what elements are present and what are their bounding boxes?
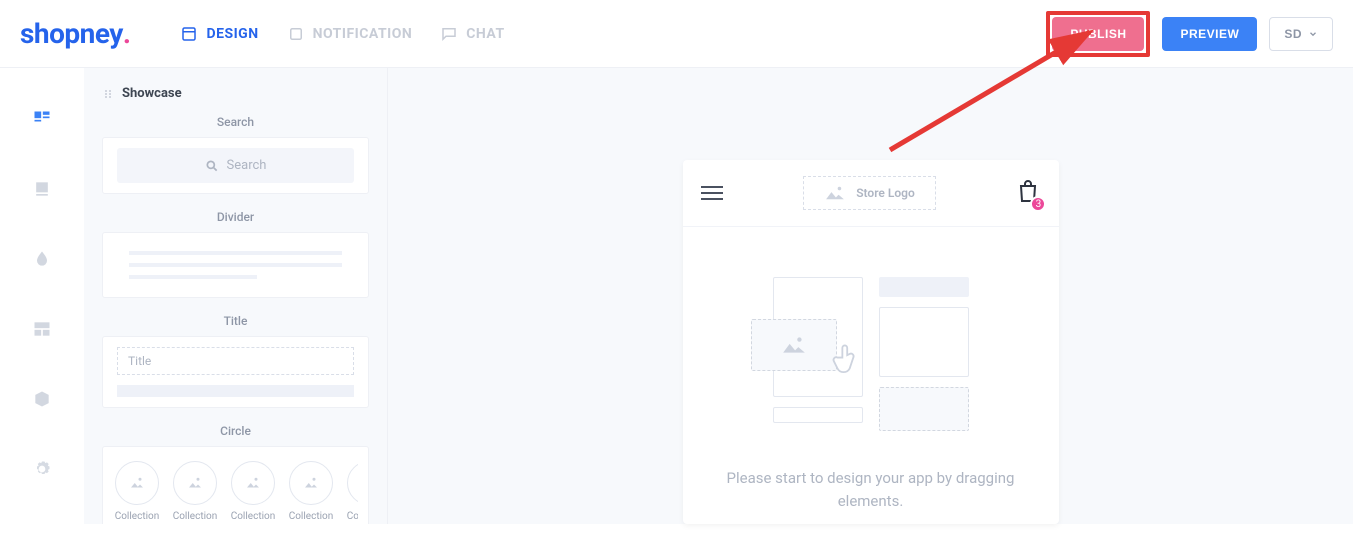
- panel-title: Showcase: [122, 86, 182, 101]
- rail-layout-icon[interactable]: [31, 108, 53, 130]
- preview-header: Store Logo 3: [683, 160, 1059, 227]
- circle-label: Collection: [287, 511, 335, 522]
- component-divider[interactable]: [102, 232, 369, 298]
- main-nav: DESIGN NOTIFICATION CHAT: [180, 25, 504, 43]
- tab-design[interactable]: DESIGN: [180, 25, 258, 43]
- tab-chat-label: CHAT: [466, 26, 504, 42]
- rail-page-icon[interactable]: [31, 178, 53, 200]
- chevron-down-icon: [1308, 29, 1318, 39]
- component-circle[interactable]: Collection Collection Collection Collect…: [102, 446, 369, 524]
- search-icon: [205, 159, 219, 173]
- image-icon: [824, 185, 846, 201]
- image-placeholder-icon: [347, 461, 358, 505]
- canvas-area: Store Logo 3: [388, 68, 1353, 524]
- section-label-divider: Divider: [102, 210, 369, 224]
- title-bar: [117, 385, 354, 397]
- circle-item: Collection: [287, 461, 335, 522]
- preview-button[interactable]: PREVIEW: [1162, 17, 1257, 51]
- component-search[interactable]: Search: [102, 137, 369, 194]
- component-title[interactable]: Title: [102, 336, 369, 408]
- app-header: shopney. DESIGN NOTIFICATION CHAT PUBLIS…: [0, 0, 1353, 68]
- drag-handle-icon: [102, 88, 114, 100]
- circle-item: Collection: [229, 461, 277, 522]
- image-placeholder-icon: [173, 461, 217, 505]
- section-label-search: Search: [102, 115, 369, 129]
- divider-mock: [117, 243, 354, 287]
- circle-label: Collection: [113, 511, 161, 522]
- divider-line: [129, 275, 257, 279]
- drop-illustration: [713, 277, 1029, 431]
- divider-line: [129, 263, 342, 267]
- preview-body[interactable]: Please start to design your app by dragg…: [683, 227, 1059, 542]
- store-logo-placeholder[interactable]: Store Logo: [803, 176, 936, 210]
- circle-row: Collection Collection Collection Collect…: [113, 461, 358, 522]
- cart-button[interactable]: 3: [1016, 178, 1040, 208]
- search-placeholder: Search: [227, 158, 267, 173]
- circle-label: Collection: [345, 511, 358, 522]
- section-label-title: Title: [102, 314, 369, 328]
- store-logo-label: Store Logo: [856, 186, 915, 200]
- app-preview: Store Logo 3: [683, 160, 1059, 524]
- publish-button[interactable]: PUBLISH: [1052, 17, 1144, 51]
- circle-label: Collection: [171, 511, 219, 522]
- circle-label: Collection: [229, 511, 277, 522]
- project-dropdown-label: SD: [1284, 27, 1302, 41]
- panel-title-row: Showcase: [102, 68, 369, 115]
- rail-settings-icon[interactable]: [31, 458, 53, 480]
- project-dropdown[interactable]: SD: [1269, 17, 1333, 51]
- components-panel: Showcase Search Search Divider Title Tit…: [84, 68, 388, 524]
- title-placeholder: Title: [117, 347, 354, 375]
- image-placeholder-icon: [231, 461, 275, 505]
- header-actions: PUBLISH PREVIEW SD: [1046, 11, 1333, 57]
- rail-cube-icon[interactable]: [31, 388, 53, 410]
- left-rail: [0, 68, 84, 524]
- rail-blocks-icon[interactable]: [31, 318, 53, 340]
- empty-state-text: Please start to design your app by dragg…: [713, 467, 1029, 512]
- image-placeholder-icon: [289, 461, 333, 505]
- tab-notification[interactable]: NOTIFICATION: [287, 25, 413, 43]
- circle-item: Collection: [171, 461, 219, 522]
- divider-line: [129, 251, 342, 255]
- circle-item: Collection: [345, 461, 358, 522]
- section-label-circle: Circle: [102, 424, 369, 438]
- circle-item: Collection: [113, 461, 161, 522]
- cart-badge: 3: [1030, 196, 1046, 212]
- image-placeholder-icon: [115, 461, 159, 505]
- tab-notification-label: NOTIFICATION: [313, 26, 413, 42]
- tab-chat[interactable]: CHAT: [440, 25, 504, 43]
- chat-icon: [440, 25, 458, 43]
- notification-icon: [287, 25, 305, 43]
- brand-name: shopney: [20, 17, 123, 50]
- pointer-hand-icon: [831, 343, 861, 377]
- brand-logo: shopney.: [20, 17, 130, 50]
- workspace: Showcase Search Search Divider Title Tit…: [0, 68, 1353, 524]
- brand-dot: .: [123, 17, 131, 50]
- publish-highlight: PUBLISH: [1046, 11, 1150, 57]
- tab-design-label: DESIGN: [206, 26, 258, 42]
- design-icon: [180, 25, 198, 43]
- image-icon: [781, 335, 807, 355]
- search-mock: Search: [117, 148, 354, 183]
- rail-theme-icon[interactable]: [31, 248, 53, 270]
- hamburger-icon[interactable]: [701, 186, 723, 200]
